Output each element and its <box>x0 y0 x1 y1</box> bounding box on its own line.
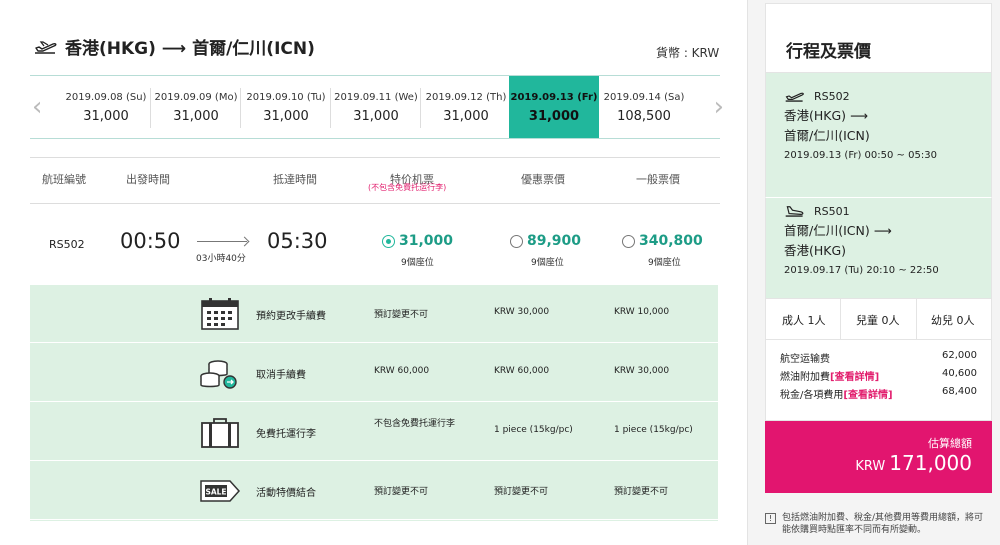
date-cell[interactable]: 2019.09.09 (Mo) 31,000 <box>151 76 241 138</box>
date-cell[interactable]: 2019.09.08 (Su) 31,000 <box>61 76 151 138</box>
condition-row: 預約更改手續費 預訂變更不可 KRW 30,000 KRW 10,000 <box>30 285 718 343</box>
condition-row: SALE 活動特價結合 預訂變更不可 預訂變更不可 預訂變更不可 <box>30 462 718 520</box>
currency-label: 貨幣 : KRW <box>656 46 720 60</box>
total-label: 估算總額 <box>928 437 972 450</box>
prev-dates-chevron-left-icon[interactable]: ‹ <box>32 94 42 120</box>
plane-takeoff-icon <box>35 40 57 54</box>
plane-landing-icon <box>785 206 804 217</box>
fare-table-header: 航班編號 出發時間 抵達時間 特价机票 (不包含免費托运行李) 優惠票價 一般票… <box>30 157 720 204</box>
segment-time: 2019.09.17 (Tu) 20:10 ~ 22:50 <box>784 265 939 276</box>
flight-number: RS502 <box>49 238 85 251</box>
flight-duration: 03小時40分 <box>196 254 246 264</box>
date-cell[interactable]: 2019.09.10 (Tu) 31,000 <box>241 76 331 138</box>
luggage-icon <box>201 418 239 448</box>
child-count: 兒童 0人 <box>856 314 900 327</box>
col-arrive-time: 抵達時間 <box>273 173 317 186</box>
col-discount-fare: 優惠票價 <box>521 173 565 186</box>
duration-arrow-icon <box>197 241 247 242</box>
segment-flight-number: RS501 <box>814 204 850 218</box>
fare-option-discount[interactable]: 89,900 <box>510 233 581 249</box>
fare-conditions: 預約更改手續費 預訂變更不可 KRW 30,000 KRW 10,000 取消手… <box>30 285 718 521</box>
next-dates-chevron-right-icon[interactable]: › <box>714 94 724 120</box>
view-details-link[interactable]: [查看詳情] <box>830 372 879 383</box>
fare-option-normal[interactable]: 340,800 <box>622 233 703 249</box>
segment-flight-number: RS502 <box>814 89 850 103</box>
col-normal-fare: 一般票價 <box>636 173 680 186</box>
fare-option-special[interactable]: 31,000 <box>382 233 453 249</box>
flight-search-panel: 香港(HKG) ⟶ 首爾/仁川(ICN) 貨幣 : KRW ‹ 2019.09.… <box>0 0 748 545</box>
total-price-box: 估算總額 KRW 171,000 <box>765 421 992 493</box>
date-selector: ‹ 2019.09.08 (Su) 31,000 2019.09.09 (Mo)… <box>30 75 724 139</box>
total-value: KRW 171,000 <box>855 451 972 475</box>
itinerary-summary: 行程及票價 RS502 香港(HKG) ⟶ 首爾/仁川(ICN) 2019.09… <box>765 3 992 493</box>
coins-icon <box>200 360 237 389</box>
cost-breakdown: 航空运输费 62,000 燃油附加費[查看詳情] 40,600 稅金/各項費用[… <box>765 340 992 421</box>
seats-left: 9個座位 <box>401 258 434 268</box>
flight-row: RS502 00:50 03小時40分 05:30 31,000 9個座位 89… <box>30 205 720 285</box>
calendar-icon <box>201 298 239 330</box>
radio-selected-icon[interactable] <box>382 234 395 248</box>
summary-title: 行程及票價 <box>765 3 992 73</box>
view-details-link[interactable]: [查看詳情] <box>843 390 892 401</box>
seats-left: 9個座位 <box>648 258 681 268</box>
route-text: 香港(HKG) ⟶ 首爾/仁川(ICN) <box>65 39 315 59</box>
col-flight-number: 航班編號 <box>42 173 86 186</box>
radio-icon[interactable] <box>510 234 523 248</box>
segment-time: 2019.09.13 (Fr) 00:50 ~ 05:30 <box>784 150 937 161</box>
infant-count: 幼兒 0人 <box>931 314 975 327</box>
special-fare-note: (不包含免費托运行李) <box>368 183 447 192</box>
adult-count: 成人 1人 <box>782 314 826 327</box>
condition-row: 取消手續費 KRW 60,000 KRW 60,000 KRW 30,000 <box>30 344 718 402</box>
date-cell-selected[interactable]: 2019.09.13 (Fr) 31,000 <box>509 76 599 138</box>
arrive-time: 05:30 <box>267 229 328 253</box>
radio-icon[interactable] <box>622 234 635 248</box>
plane-takeoff-icon <box>785 92 804 102</box>
depart-time: 00:50 <box>120 229 181 253</box>
date-cell[interactable]: 2019.09.12 (Th) 31,000 <box>421 76 511 138</box>
seats-left: 9個座位 <box>531 258 564 268</box>
date-cell[interactable]: 2019.09.11 (We) 31,000 <box>331 76 421 138</box>
info-icon: ! <box>765 513 776 524</box>
route-title: 香港(HKG) ⟶ 首爾/仁川(ICN) <box>33 34 315 59</box>
svg-text:SALE: SALE <box>205 488 226 497</box>
return-segment: RS501 首爾/仁川(ICN) ⟶ 香港(HKG) 2019.09.17 (T… <box>765 198 992 298</box>
sale-tag-icon: SALE <box>200 480 241 502</box>
passenger-counts: 成人 1人 兒童 0人 幼兒 0人 <box>765 298 992 340</box>
date-cell[interactable]: 2019.09.14 (Sa) 108,500 <box>599 76 689 138</box>
cost-line: 燃油附加費[查看詳情] 40,600 <box>780 368 977 383</box>
col-depart-time: 出發時間 <box>126 173 170 186</box>
condition-row: 免費托運行李 不包含免費托運行李 1 piece (15kg/pc) 1 pie… <box>30 403 718 461</box>
cost-line: 稅金/各項費用[查看詳情] 68,400 <box>780 386 977 401</box>
price-disclaimer: ! 包括燃油附加費、稅金/其他費用等費用總額，將可能依購買時點匯率不同而有所變動… <box>765 512 992 536</box>
outbound-segment: RS502 香港(HKG) ⟶ 首爾/仁川(ICN) 2019.09.13 (F… <box>765 73 992 198</box>
cost-line: 航空运输费 62,000 <box>780 350 977 365</box>
